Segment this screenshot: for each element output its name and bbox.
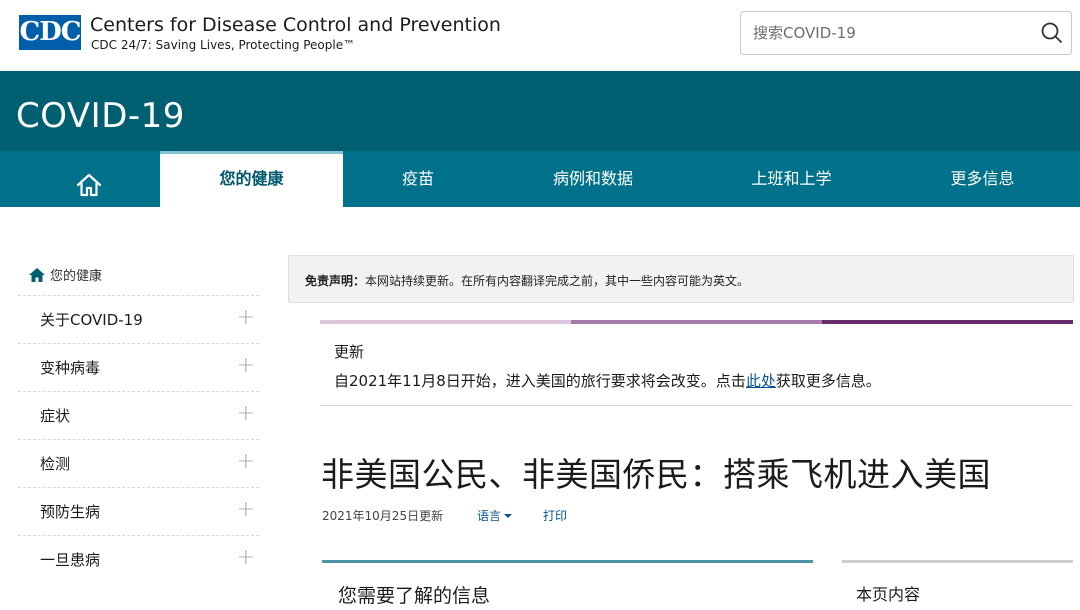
agency-tagline: CDC 24/7: Saving Lives, Protecting Peopl…	[91, 38, 356, 52]
divider	[320, 405, 1073, 406]
disclaimer-label: 免责声明：	[305, 274, 366, 288]
banner-title[interactable]: COVID-19	[16, 96, 185, 136]
cdc-logo[interactable]: CDC	[17, 13, 83, 52]
accent-segment	[822, 320, 1073, 324]
nav-home[interactable]	[17, 151, 160, 207]
search-input[interactable]	[741, 12, 1038, 54]
expand-icon[interactable]: +	[237, 449, 255, 474]
sidebar-item-label: 一旦患病	[40, 551, 101, 569]
sidebar-item-label: 变种病毒	[40, 359, 101, 377]
update-text-after: 获取更多信息。	[775, 372, 881, 390]
sidebar-item-if-sick[interactable]: 一旦患病 +	[18, 535, 259, 583]
sidebar-home-link[interactable]: 您的健康	[28, 265, 102, 287]
sidebar-item-label: 关于COVID-19	[40, 311, 143, 329]
sidebar-item-label: 预防生病	[40, 503, 101, 521]
sidebar-item-label: 症状	[40, 407, 71, 425]
sidebar-home-label: 您的健康	[50, 269, 103, 284]
toc-heading: 本页内容	[856, 585, 921, 604]
site-header: CDC Centers for Disease Control and Prev…	[0, 0, 1080, 71]
sidebar-item-symptoms[interactable]: 症状 +	[18, 391, 259, 439]
nav-your-health[interactable]: 您的健康	[160, 151, 343, 207]
home-icon	[75, 165, 103, 221]
sidebar-item-variants[interactable]: 变种病毒 +	[18, 343, 259, 391]
expand-icon[interactable]: +	[237, 305, 255, 330]
nav-cases-data[interactable]: 病例和数据	[493, 151, 693, 207]
disclaimer-body: 本网站持续更新。在所有内容翻译完成之前，其中一些内容可能为英文。	[365, 274, 750, 288]
nav-more-info[interactable]: 更多信息	[890, 151, 1075, 207]
update-text: 自2021年11月8日开始，进入美国的旅行要求将会改变。点击此处获取更多信息。	[334, 370, 881, 391]
main-nav: 您的健康 疫苗 病例和数据 上班和上学 更多信息	[0, 151, 1080, 207]
nav-vaccines[interactable]: 疫苗	[343, 151, 493, 207]
expand-icon[interactable]: +	[237, 497, 255, 522]
search-box	[740, 11, 1072, 55]
expand-icon[interactable]: +	[237, 545, 255, 570]
accent-segment	[320, 320, 571, 324]
disclaimer-text: 免责声明：本网站持续更新。在所有内容翻译完成之前，其中一些内容可能为英文。	[305, 272, 749, 289]
expand-icon[interactable]: +	[237, 401, 255, 426]
sidebar-item-prevention[interactable]: 预防生病 +	[18, 487, 259, 535]
language-dropdown[interactable]: 语言	[477, 507, 513, 524]
nav-work-school[interactable]: 上班和上学	[693, 151, 890, 207]
update-accent-bar	[320, 320, 1073, 324]
accent-segment	[571, 320, 822, 324]
sidebar-item-label: 检测	[40, 455, 71, 473]
update-heading: 更新	[334, 343, 365, 361]
last-updated: 2021年10月25日更新	[322, 509, 444, 523]
search-icon[interactable]	[1039, 20, 1065, 46]
update-link[interactable]: 此处	[746, 372, 776, 390]
main-info-card: 您需要了解的信息	[322, 560, 813, 610]
expand-icon[interactable]: +	[237, 353, 255, 378]
caret-down-icon	[504, 514, 513, 518]
agency-name[interactable]: Centers for Disease Control and Preventi…	[90, 14, 501, 36]
print-link[interactable]: 打印	[543, 507, 567, 524]
sidebar-item-testing[interactable]: 检测 +	[18, 439, 259, 487]
sidebar-item-about[interactable]: 关于COVID-19 +	[18, 295, 259, 343]
language-label: 语言	[477, 509, 502, 523]
update-text-before: 自2021年11月8日开始，进入美国的旅行要求将会改变。点击	[334, 372, 746, 390]
topic-banner: COVID-19	[0, 71, 1080, 151]
sidebar-menu: 关于COVID-19 + 变种病毒 + 症状 + 检测 + 预防生病 + 一旦患…	[18, 295, 259, 583]
home-icon	[29, 268, 45, 282]
main-info-heading: 您需要了解的信息	[338, 585, 491, 607]
disclaimer-box: 免责声明：本网站持续更新。在所有内容翻译完成之前，其中一些内容可能为英文。	[288, 255, 1074, 303]
page-title: 非美国公民、非美国侨民：搭乘飞机进入美国	[321, 455, 991, 494]
toc-card: 本页内容	[842, 560, 1073, 610]
